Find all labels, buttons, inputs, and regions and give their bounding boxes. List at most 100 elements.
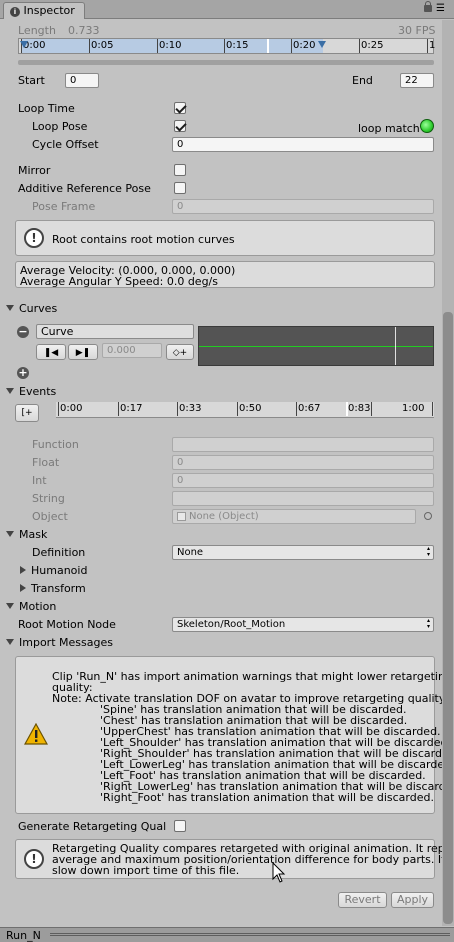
- function-label: Function: [32, 438, 79, 451]
- mouse-cursor-icon: [272, 861, 286, 884]
- add-key-icon: ◇+: [172, 348, 188, 358]
- start-label: Start: [18, 74, 45, 87]
- avg-angular-speed: Average Angular Y Speed: 0.0 deg/s: [20, 275, 218, 288]
- info-icon: !: [24, 849, 44, 869]
- event-tick: [58, 402, 59, 416]
- prev-key-button[interactable]: ❚◀: [36, 344, 66, 360]
- timeline-label: 0:15: [226, 40, 249, 51]
- retarget-checkbox[interactable]: [174, 820, 186, 832]
- end-field[interactable]: 22: [400, 73, 434, 88]
- timeline-scrollbar[interactable]: [18, 60, 434, 65]
- motion-foldout[interactable]: Motion: [6, 600, 56, 613]
- timeline-label: 0:10: [159, 40, 182, 51]
- definition-dropdown[interactable]: None: [172, 545, 434, 560]
- mask-title: Mask: [19, 528, 48, 541]
- event-tick: [371, 402, 372, 416]
- start-field[interactable]: 0: [65, 73, 99, 88]
- expand-triangle-icon: [6, 639, 14, 645]
- curve-value-field: 0.000: [102, 343, 162, 358]
- humanoid-label: Humanoid: [31, 564, 88, 577]
- events-foldout[interactable]: Events: [6, 385, 56, 398]
- start-marker-icon[interactable]: [20, 41, 28, 48]
- tab-inspector[interactable]: i Inspector: [3, 2, 85, 19]
- expand-triangle-icon: [6, 305, 14, 311]
- preview-header[interactable]: Run_N: [0, 927, 454, 942]
- menu-icon[interactable]: ☰: [436, 4, 445, 14]
- expand-triangle-icon: [6, 531, 14, 537]
- event-tick: [237, 402, 238, 416]
- mask-foldout[interactable]: Mask: [6, 528, 47, 541]
- curves-foldout[interactable]: Curves: [6, 302, 57, 315]
- cycle-offset-field[interactable]: 0: [172, 137, 434, 152]
- int-label: Int: [32, 474, 47, 487]
- info-icon: !: [24, 228, 44, 248]
- loop-time-checkbox[interactable]: [174, 102, 186, 114]
- velocity-box: Average Velocity: (0.000, 0.000, 0.000) …: [15, 261, 435, 288]
- mirror-checkbox[interactable]: [174, 164, 186, 176]
- import-warnings-helpbox: Clip 'Run_N' has import animation warnin…: [15, 656, 454, 814]
- timeline-label: 0:20: [293, 40, 316, 51]
- string-label: String: [32, 492, 65, 505]
- event-tick: [118, 402, 119, 416]
- loop-pose-checkbox[interactable]: [174, 120, 186, 132]
- remove-curve-icon[interactable]: −: [17, 326, 29, 338]
- object-field: None (Object): [172, 509, 416, 524]
- transform-label: Transform: [31, 582, 86, 595]
- warning-icon: [23, 722, 49, 745]
- string-field: [172, 491, 434, 506]
- timeline-tick: [291, 39, 292, 53]
- function-field: [172, 437, 434, 452]
- import-messages-foldout[interactable]: Import Messages: [6, 636, 113, 649]
- add-event-button[interactable]: [+: [15, 404, 39, 422]
- event-tick-label: 0:00: [60, 403, 83, 414]
- timeline-tick: [427, 39, 428, 53]
- add-curve-icon[interactable]: +: [17, 367, 29, 379]
- add-key-button[interactable]: ◇+: [166, 344, 194, 360]
- drag-handle[interactable]: [50, 933, 450, 936]
- event-tick: [432, 402, 433, 416]
- root-motion-node-label: Root Motion Node: [18, 618, 116, 631]
- warning-line: 'Right_Foot' has translation animation t…: [100, 791, 434, 804]
- object-picker-icon[interactable]: [424, 512, 432, 520]
- retarget-helpbox: ! Retargeting Quality compares retargete…: [15, 839, 454, 879]
- scrollbar-thumb[interactable]: [443, 312, 453, 924]
- mirror-label: Mirror: [18, 164, 51, 177]
- timeline-label: 1: [429, 40, 436, 51]
- end-marker-icon[interactable]: [318, 41, 326, 48]
- loop-pose-label: Loop Pose: [32, 120, 88, 133]
- event-tick-label: 0:17: [120, 403, 143, 414]
- transform-foldout[interactable]: Transform: [20, 582, 86, 595]
- float-label: Float: [32, 456, 60, 469]
- next-key-button[interactable]: ▶❚: [68, 344, 98, 360]
- curve-line: [199, 346, 433, 347]
- curve-preview[interactable]: [198, 326, 434, 366]
- curve-name-field[interactable]: Curve: [36, 324, 194, 339]
- timeline-label: 0:05: [91, 40, 114, 51]
- loop-match-indicator-icon: [420, 119, 434, 133]
- playhead[interactable]: [267, 39, 269, 53]
- root-motion-helpbox: ! Root contains root motion curves: [15, 220, 435, 256]
- events-timeline[interactable]: 0:00 0:17 0:33 0:50 0:67 0:83 1:00: [56, 402, 434, 418]
- definition-label: Definition: [32, 546, 86, 559]
- root-motion-message: Root contains root motion curves: [52, 233, 235, 246]
- root-motion-node-dropdown[interactable]: Skeleton/Root_Motion: [172, 617, 434, 632]
- lock-shackle-icon: [425, 1, 431, 7]
- length-value: 0.733: [68, 24, 100, 37]
- additive-checkbox[interactable]: [174, 182, 186, 194]
- next-key-icon: ▶❚: [75, 348, 91, 358]
- clip-timeline[interactable]: 0:00 0:05 0:10 0:15 0:20 0:25 1: [18, 38, 436, 54]
- event-tick-label: 0:67: [298, 403, 321, 414]
- timeline-tick: [224, 39, 225, 53]
- event-tick-label: 0:83: [348, 403, 371, 414]
- preview-title: Run_N: [6, 929, 41, 942]
- fps-label: 30 FPS: [398, 24, 436, 37]
- timeline-tick: [89, 39, 90, 53]
- apply-button[interactable]: Apply: [391, 892, 434, 908]
- revert-button[interactable]: Revert: [338, 892, 387, 908]
- collapse-triangle-icon: [20, 584, 26, 592]
- additive-label: Additive Reference Pose: [18, 182, 151, 195]
- event-tick-label: 1:00: [402, 403, 425, 414]
- object-type-icon: [177, 512, 186, 521]
- import-messages-title: Import Messages: [19, 636, 113, 649]
- humanoid-foldout[interactable]: Humanoid: [20, 564, 87, 577]
